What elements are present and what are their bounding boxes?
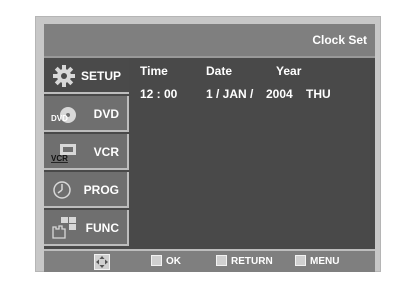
sidebar-item-label: VCR	[93, 145, 119, 159]
gear-icon	[53, 65, 75, 87]
menu-label: MENU	[310, 256, 340, 267]
footer-bar: OK RETURN MENU	[44, 249, 375, 272]
page-title: Clock Set	[312, 33, 367, 47]
ok-hint: OK	[151, 255, 181, 267]
sidebar-menu: SETUP DVD DVD VCR VCR PROG FUNC	[44, 58, 129, 248]
ok-label: OK	[166, 256, 181, 267]
sidebar-item-dvd[interactable]: DVD DVD	[44, 96, 129, 132]
date-header: Date	[206, 64, 233, 78]
return-hint: RETURN	[216, 255, 273, 267]
menu-icon	[295, 255, 306, 266]
dvd-icon-text: DVD	[51, 114, 68, 123]
clock-icon	[53, 181, 71, 199]
sidebar-item-label: FUNC	[85, 221, 119, 235]
dvd-disc-icon: DVD	[51, 107, 76, 123]
hand-function-icon	[52, 217, 76, 239]
return-icon	[216, 255, 227, 266]
day-value: THU	[306, 87, 331, 101]
sidebar-item-label: PROG	[83, 183, 119, 197]
dpad-icon	[94, 254, 110, 270]
menu-hint: MENU	[295, 255, 339, 267]
title-bar: Clock Set	[44, 24, 375, 58]
sidebar-item-func[interactable]: FUNC	[44, 210, 129, 246]
vcr-icon-text: VCR	[51, 154, 68, 163]
sidebar-item-label: DVD	[93, 107, 119, 121]
time-header: Time	[140, 64, 168, 78]
sidebar-item-setup[interactable]: SETUP	[44, 58, 129, 94]
sidebar-item-prog[interactable]: PROG	[44, 172, 129, 208]
year-value[interactable]: 2004	[266, 87, 293, 101]
date-value[interactable]: 1 / JAN /	[206, 87, 253, 101]
sidebar-item-vcr[interactable]: VCR VCR	[44, 134, 129, 170]
sidebar-item-label: SETUP	[80, 69, 121, 83]
year-header: Year	[276, 64, 302, 78]
enter-icon	[151, 255, 162, 266]
vcr-cassette-icon: VCR	[51, 144, 76, 163]
return-label: RETURN	[231, 256, 273, 267]
osd-screen: Clock Set SETUP DVD DVD VCR VCR PROG FUN…	[44, 24, 375, 272]
time-value[interactable]: 12 : 00	[140, 87, 177, 101]
